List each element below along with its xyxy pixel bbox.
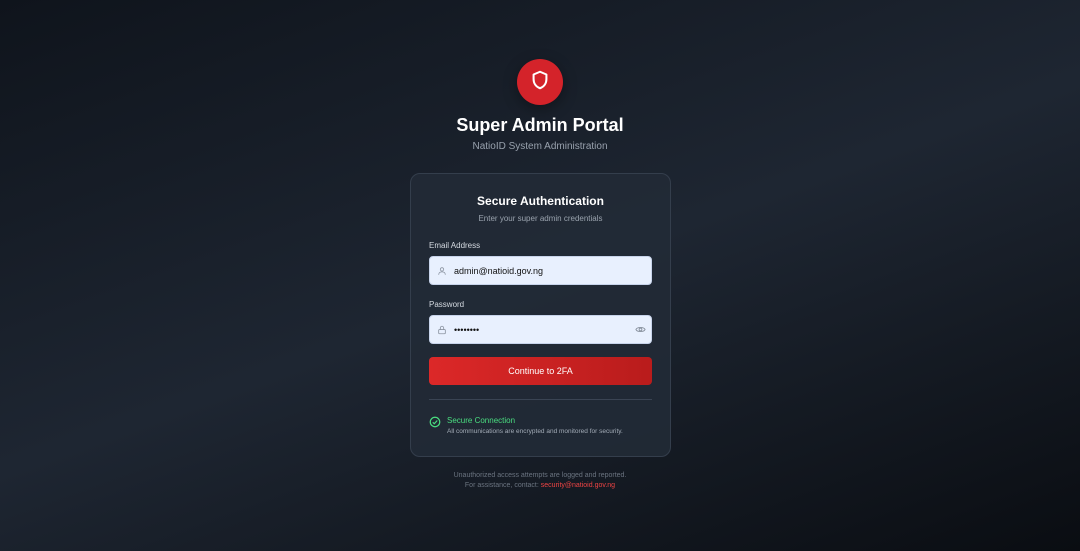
- user-icon: [430, 266, 454, 276]
- shield-icon: [529, 69, 551, 96]
- check-circle-icon: [429, 415, 441, 433]
- footer: Unauthorized access attempts are logged …: [0, 471, 1080, 491]
- page-subtitle: NatioID System Administration: [472, 141, 608, 152]
- password-label: Password: [429, 300, 465, 309]
- app-logo: [517, 59, 563, 105]
- secure-description: All communications are encrypted and mon…: [447, 428, 623, 435]
- card-subtitle: Enter your super admin credentials: [478, 214, 603, 223]
- footer-notice: Unauthorized access attempts are logged …: [453, 472, 627, 479]
- secure-connection-notice: Secure Connection All communications are…: [429, 415, 623, 435]
- card-title: Secure Authentication: [477, 194, 604, 208]
- page-title: Super Admin Portal: [456, 115, 624, 135]
- support-email-link[interactable]: security@natioid.gov.ng: [541, 482, 615, 489]
- continue-button[interactable]: Continue to 2FA: [429, 357, 652, 385]
- login-card: Secure Authentication Enter your super a…: [410, 173, 671, 457]
- footer-contact-prefix: For assistance, contact:: [464, 482, 539, 489]
- eye-icon[interactable]: [629, 324, 651, 335]
- lock-icon: [430, 325, 454, 335]
- password-field[interactable]: ••••••••: [429, 315, 652, 344]
- divider: [429, 399, 652, 400]
- email-value: admin@natioid.gov.ng: [454, 265, 544, 276]
- password-value: ••••••••: [454, 324, 480, 335]
- secure-title: Secure Connection: [447, 416, 516, 425]
- email-label: Email Address: [429, 241, 481, 250]
- email-field[interactable]: admin@natioid.gov.ng: [429, 256, 652, 285]
